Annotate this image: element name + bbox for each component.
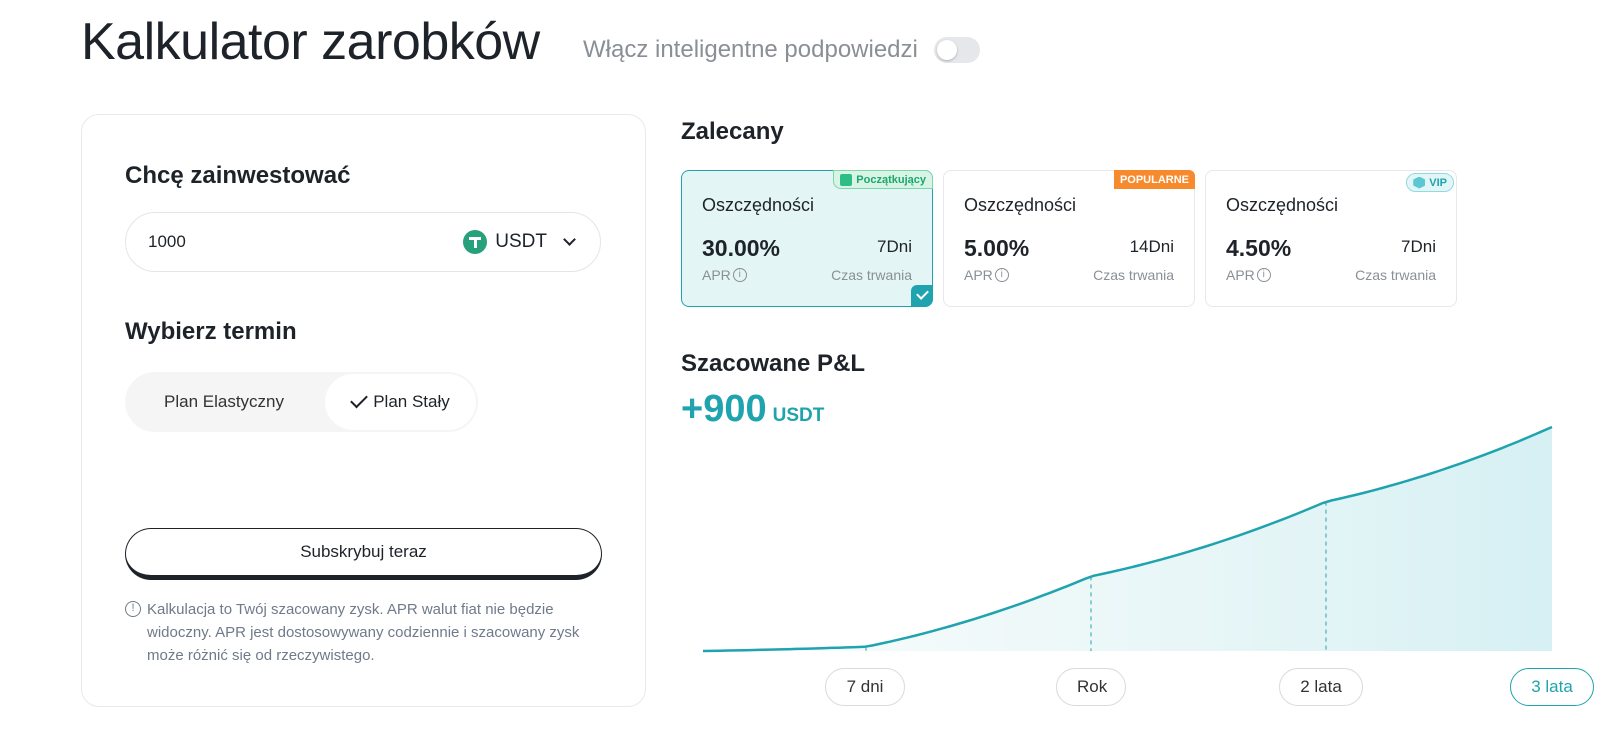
period-chip-7-days[interactable]: 7 dni [825,668,905,706]
period-chip-year[interactable]: Rok [1056,668,1126,706]
period-chip-3-years[interactable]: 3 lata [1510,668,1594,706]
pnl-chart [702,425,1553,653]
period-chip-2-years[interactable]: 2 lata [1279,668,1363,706]
pnl-area [703,427,1552,651]
